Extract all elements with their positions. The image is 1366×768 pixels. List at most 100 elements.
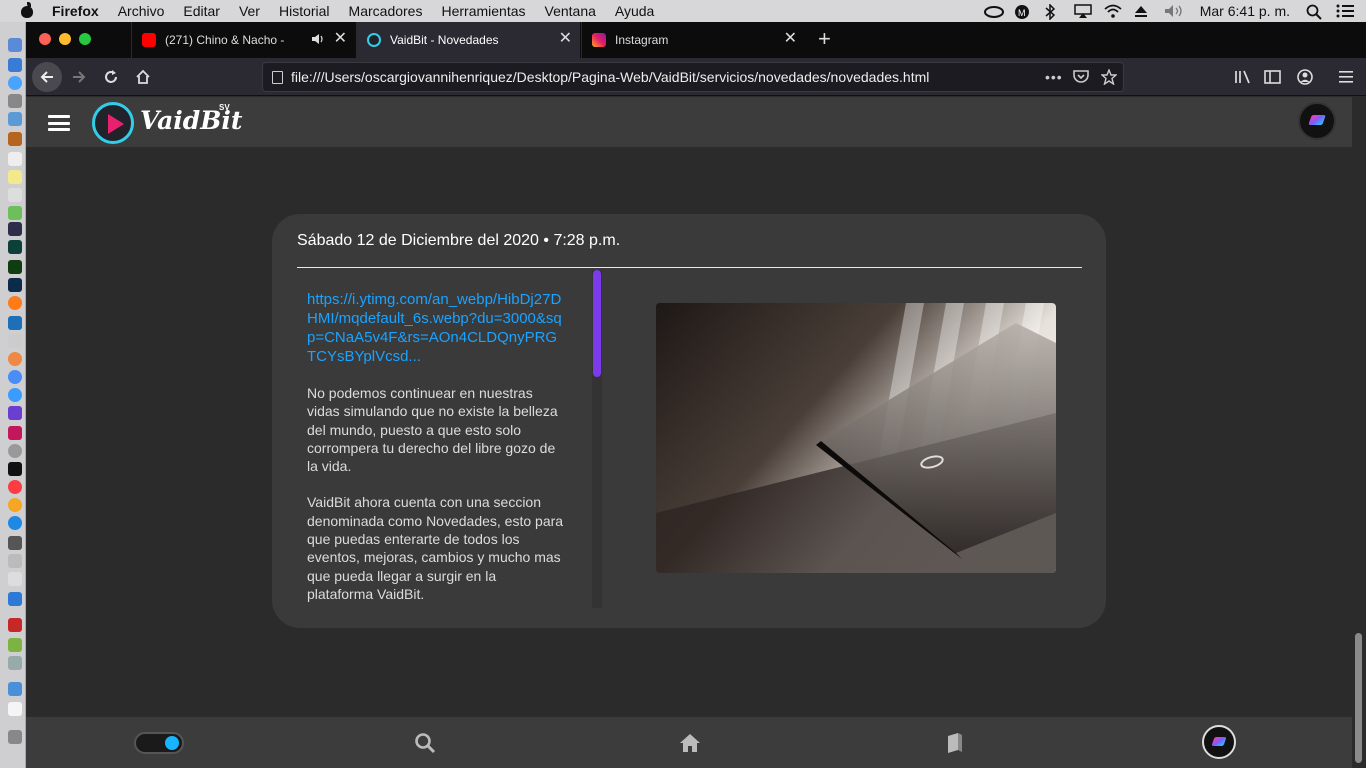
tab-title: Instagram: [615, 33, 669, 47]
notes-icon[interactable]: [8, 170, 22, 184]
audition-icon[interactable]: [8, 240, 22, 254]
speaker-icon[interactable]: [311, 33, 325, 48]
new-tab-button[interactable]: +: [818, 28, 831, 50]
menu-icon[interactable]: [1332, 62, 1362, 92]
profile-avatar[interactable]: [1202, 725, 1236, 759]
folder-icon[interactable]: [8, 682, 22, 696]
close-tab-icon[interactable]: ✕: [559, 31, 572, 47]
pocket-icon[interactable]: [1073, 69, 1089, 86]
menu-editar[interactable]: Editar: [183, 3, 220, 19]
messages-icon[interactable]: [8, 388, 22, 402]
back-button[interactable]: [32, 62, 62, 92]
dock-app-icon[interactable]: [8, 426, 22, 440]
premiere-icon[interactable]: [8, 222, 22, 236]
library-icon[interactable]: [1228, 62, 1258, 92]
tab-vaidbit[interactable]: VaidBit - Novedades ✕: [356, 22, 580, 58]
home-icon[interactable]: [679, 732, 701, 759]
photoshop-icon[interactable]: [8, 278, 22, 292]
dock-app-icon[interactable]: [8, 58, 22, 72]
menu-historial[interactable]: Historial: [279, 3, 330, 19]
dock-app-icon[interactable]: [8, 112, 22, 126]
sidebar-icon[interactable]: [1258, 62, 1288, 92]
close-tab-icon[interactable]: ✕: [784, 31, 797, 47]
contacts-icon[interactable]: [8, 132, 22, 146]
window-minimize-button[interactable]: [59, 33, 71, 45]
dock-app-icon[interactable]: [8, 316, 22, 330]
site-header: VaidBit SV: [26, 97, 1352, 147]
reminders-icon[interactable]: [8, 188, 22, 202]
apple-icon[interactable]: [20, 2, 34, 19]
dock-app-icon[interactable]: [8, 444, 22, 458]
bookmark-star-icon[interactable]: [1100, 68, 1118, 88]
app-store-icon[interactable]: [8, 516, 22, 530]
user-avatar[interactable]: [1298, 102, 1336, 140]
forward-button[interactable]: [64, 62, 94, 92]
theme-toggle[interactable]: [134, 732, 184, 754]
menu-ver[interactable]: Ver: [239, 3, 260, 19]
vaidbit-logo-icon[interactable]: [92, 102, 134, 144]
eject-icon[interactable]: [1134, 4, 1152, 18]
address-bar[interactable]: •••: [262, 62, 1124, 92]
bottom-nav-bar: [26, 717, 1352, 768]
home-button[interactable]: [128, 62, 158, 92]
tab-instagram[interactable]: Instagram ✕: [581, 22, 805, 58]
m-app-icon[interactable]: M: [1014, 4, 1032, 19]
page-icon[interactable]: [272, 71, 283, 84]
close-tab-icon[interactable]: ✕: [334, 31, 347, 47]
tab-youtube[interactable]: (271) Chino & Nacho - Me V ✕: [131, 22, 355, 58]
document-icon[interactable]: [8, 702, 22, 716]
books-icon[interactable]: [8, 498, 22, 512]
menu-app-name[interactable]: Firefox: [52, 3, 99, 19]
search-icon[interactable]: [414, 732, 436, 759]
help-icon[interactable]: [8, 572, 22, 586]
terminal-icon[interactable]: [8, 462, 22, 476]
music-icon[interactable]: [8, 480, 22, 494]
tab-title: (271) Chino & Nacho - Me V: [165, 33, 285, 47]
android-icon[interactable]: [8, 638, 22, 652]
wifi-icon[interactable]: [1104, 4, 1122, 18]
bluetooth-icon[interactable]: [1044, 3, 1062, 21]
dock-app-icon[interactable]: [8, 554, 22, 568]
dreamweaver-icon[interactable]: [8, 260, 22, 274]
finder-icon[interactable]: [8, 38, 22, 52]
dock-app-icon[interactable]: [8, 592, 22, 606]
menu-ventana[interactable]: Ventana: [545, 3, 596, 19]
url-input[interactable]: [291, 67, 1031, 87]
menu-herramientas[interactable]: Herramientas: [441, 3, 525, 19]
post-link[interactable]: https://i.ytimg.com/an_webp/HibDj27DHMI/…: [307, 290, 565, 366]
book-icon[interactable]: [945, 732, 965, 759]
text-scrollbar-thumb[interactable]: [593, 270, 601, 377]
menu-ayuda[interactable]: Ayuda: [615, 3, 654, 19]
menu-marcadores[interactable]: Marcadores: [349, 3, 423, 19]
calendar-icon[interactable]: [8, 152, 22, 166]
firefox-icon[interactable]: [8, 296, 22, 310]
dock-app-icon[interactable]: [8, 656, 22, 670]
dock-app-icon[interactable]: [8, 334, 22, 348]
spotlight-search-icon[interactable]: [1306, 4, 1324, 20]
page-scrollbar-thumb[interactable]: [1355, 633, 1362, 763]
clock[interactable]: Mar 6:41 p. m.: [1200, 3, 1290, 19]
menu-archivo[interactable]: Archivo: [118, 3, 165, 19]
page-actions-icon[interactable]: •••: [1045, 69, 1063, 85]
dock-app-icon[interactable]: [8, 406, 22, 420]
system-preferences-icon[interactable]: [8, 536, 22, 550]
notification-center-icon[interactable]: [1336, 4, 1354, 18]
window-zoom-button[interactable]: [79, 33, 91, 45]
account-icon[interactable]: [1290, 62, 1320, 92]
reload-button[interactable]: [96, 62, 126, 92]
post-text-column[interactable]: https://i.ytimg.com/an_webp/HibDj27DHMI/…: [307, 290, 565, 606]
launchpad-icon[interactable]: [8, 94, 22, 108]
window-close-button[interactable]: [39, 33, 51, 45]
volume-icon[interactable]: [1164, 4, 1182, 18]
filezilla-icon[interactable]: [8, 618, 22, 632]
post-paragraph: No podemos continuear en nuestras vidas …: [307, 385, 558, 475]
safari-icon[interactable]: [8, 76, 22, 90]
hamburger-menu-icon[interactable]: [48, 115, 70, 131]
chrome-icon[interactable]: [8, 370, 22, 384]
page-scrollbar[interactable]: [1352, 97, 1366, 768]
trash-icon[interactable]: [8, 730, 22, 744]
photos-icon[interactable]: [8, 352, 22, 366]
maps-icon[interactable]: [8, 206, 22, 220]
creative-cloud-icon[interactable]: [983, 4, 1004, 18]
airplay-icon[interactable]: [1073, 4, 1092, 18]
